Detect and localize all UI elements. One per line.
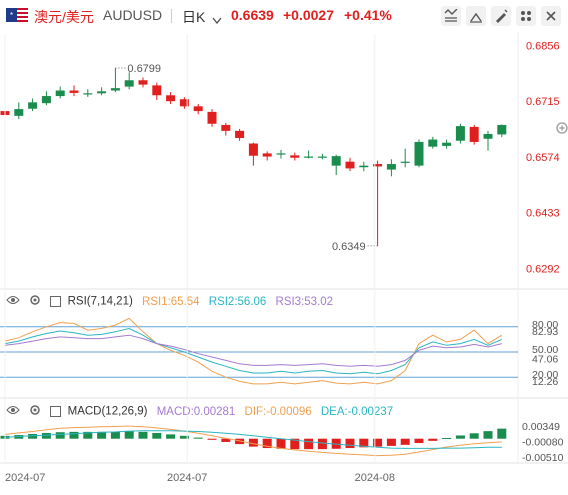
rsi-tick-label: 12.26	[532, 376, 558, 388]
close-icon[interactable]	[541, 6, 561, 26]
chart-header: * 澳元/美元 AUDUSD 日K 0.6639 +0.0027 +0.41%	[0, 0, 568, 32]
macd-hist-bar	[110, 431, 120, 439]
macd-hist-bar	[304, 438, 314, 450]
indicator-icon[interactable]	[516, 6, 536, 26]
rsi-series-line	[4, 327, 502, 375]
candle-body	[97, 91, 107, 94]
macd-hist-bar	[400, 438, 410, 445]
current-price: 0.6639	[231, 7, 274, 23]
time-tick-label: 2024-07	[167, 472, 207, 484]
candle-body	[152, 85, 162, 96]
candle-body	[386, 164, 396, 170]
divider	[171, 9, 172, 23]
macd-hist-bar	[428, 438, 438, 441]
low-price-label: 0.6349	[332, 241, 366, 253]
macd-hist-bar	[207, 438, 217, 440]
flag-icon: *	[6, 8, 28, 22]
fullscreen-icon[interactable]	[466, 6, 486, 26]
candle-body	[248, 143, 258, 156]
symbol-label: AUDUSD	[103, 7, 163, 23]
macd-hist-bar	[152, 432, 162, 439]
macd-hist-bar	[442, 437, 452, 439]
candle-body	[469, 126, 479, 142]
candle-body	[331, 156, 341, 166]
macd-tick-label: 0.00349	[522, 421, 560, 433]
rsi-tick-label: 47.06	[532, 353, 558, 365]
price-tick-label: 0.6292	[526, 263, 560, 275]
candle-body	[221, 124, 231, 131]
candle-body	[14, 109, 24, 116]
macd-hist-bar	[276, 438, 286, 449]
price-change: +0.0027	[283, 7, 334, 23]
candle-body	[442, 142, 452, 146]
candle-body	[359, 165, 369, 168]
macd-tick-label: -0.00080	[522, 437, 564, 449]
candle-body	[124, 80, 134, 87]
high-price-label: 0.6799	[127, 63, 161, 75]
candle-body	[83, 93, 93, 95]
candle-body	[497, 124, 507, 135]
candle-body	[276, 153, 286, 155]
price-change-pct: +0.41%	[344, 7, 392, 23]
macd-hist-bar	[166, 434, 176, 439]
candle-body	[400, 161, 410, 163]
macd-hist-bar	[317, 438, 327, 450]
macd-hist-bar	[69, 431, 79, 439]
macd-hist-bar	[55, 432, 65, 439]
candle-body	[290, 155, 300, 158]
rsi-series-line	[4, 334, 502, 367]
candle-body	[304, 156, 314, 158]
candle-body	[414, 141, 424, 166]
svg-text:*: *	[10, 11, 13, 20]
macd-hist-bar	[386, 438, 396, 446]
macd-hist-bar	[455, 435, 465, 439]
rsi-series-line	[4, 317, 503, 385]
candle-body	[262, 153, 272, 157]
time-tick-label: 2024-08	[355, 472, 395, 484]
candle-body	[55, 90, 65, 97]
macd-hist-bar	[345, 438, 355, 449]
chart-canvas[interactable]: 0.6856 0.6715 0.6574 0.6433 0.6292 0.6799 0.6…	[0, 32, 568, 495]
candle-body	[41, 96, 51, 104]
macd-hist-bar	[497, 428, 507, 439]
candle-body	[483, 134, 493, 139]
crosshair-icon[interactable]	[441, 6, 461, 26]
macd-hist-bar	[469, 433, 479, 439]
price-tick-label: 0.6715	[526, 96, 560, 108]
pair-name[interactable]: 澳元/美元	[34, 7, 94, 27]
candle-body	[455, 126, 465, 141]
macd-hist-bar	[414, 438, 424, 444]
candle-body	[138, 80, 148, 85]
price-tick-label: 0.6433	[526, 208, 560, 220]
time-tick-label: 2024-07	[5, 472, 45, 484]
price-tick-label: 0.6574	[526, 152, 560, 164]
macd-hist-bar	[41, 432, 51, 439]
timeframe-select[interactable]: 日K	[182, 7, 205, 27]
macd-hist-bar	[124, 431, 134, 439]
candle-body	[193, 106, 203, 112]
macd-hist-bar	[138, 431, 148, 439]
price-tick-label: 0.6856	[526, 40, 560, 52]
chevron-down-icon[interactable]	[212, 12, 222, 30]
candle-body	[28, 102, 38, 109]
candle-body	[110, 88, 120, 91]
candle-body	[166, 95, 176, 102]
zoom-icon[interactable]	[556, 122, 568, 134]
macd-hist-bar	[97, 431, 107, 439]
macd-hist-bar	[483, 431, 493, 439]
macd-hist-bar	[193, 437, 203, 439]
candle-body	[69, 90, 79, 93]
candle-body	[428, 139, 438, 147]
candle-body	[207, 111, 217, 124]
draw-icon[interactable]	[491, 6, 511, 26]
candle-body	[235, 130, 245, 138]
candle-body	[317, 156, 327, 158]
rsi-tick-label: 82.93	[532, 326, 558, 338]
macd-tick-label: -0.00510	[522, 452, 564, 464]
candle-body	[345, 161, 355, 169]
